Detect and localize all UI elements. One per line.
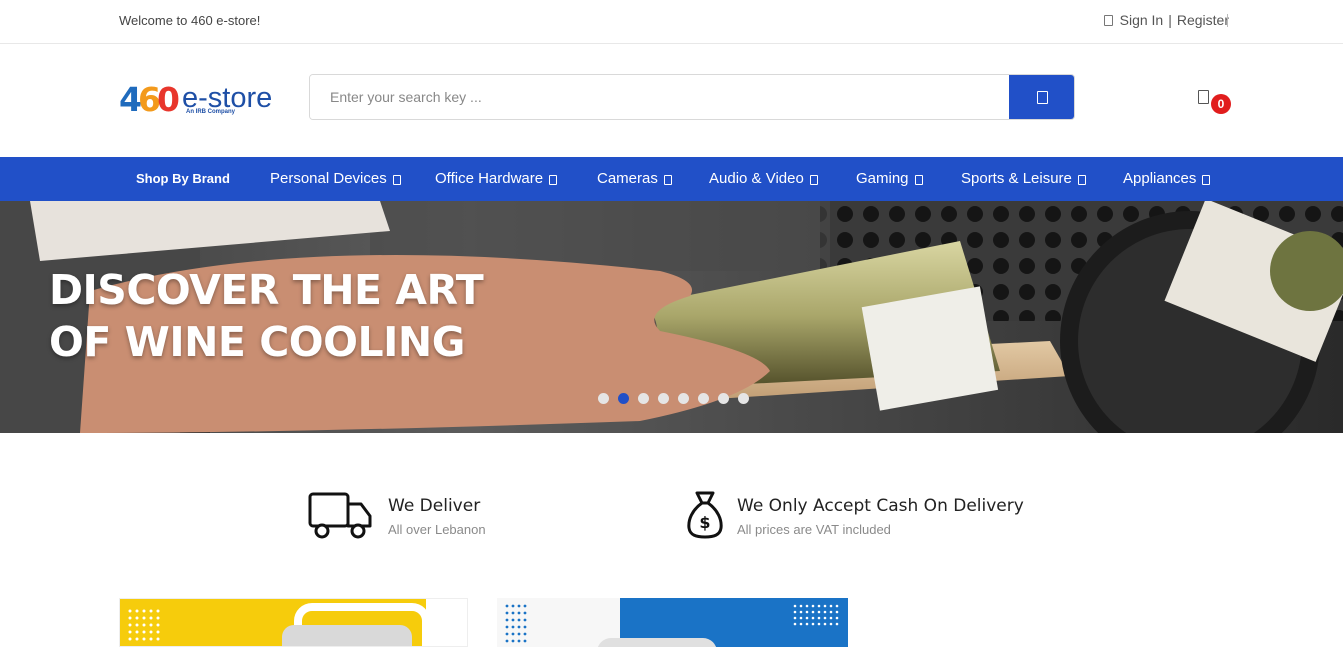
feature-delivery: We Deliver All over Lebanon — [388, 496, 486, 537]
search-icon — [1036, 90, 1048, 104]
cart-button[interactable]: 0 — [1197, 89, 1237, 119]
slide-dot-3[interactable] — [638, 393, 649, 404]
promo-banner-2[interactable] — [497, 598, 848, 647]
promo-banner-2-graphic — [497, 598, 848, 647]
chevron-down-icon — [663, 174, 672, 185]
sign-in-link[interactable]: Sign In — [1120, 12, 1164, 28]
slide-dot-4[interactable] — [658, 393, 669, 404]
slide-dot-8[interactable] — [738, 393, 749, 404]
shopping-bag-icon — [1198, 90, 1209, 104]
chevron-down-icon — [392, 174, 401, 185]
slide-dot-2[interactable] — [618, 393, 629, 404]
nav-office-hardware[interactable]: Office Hardware — [435, 157, 558, 201]
svg-text:$: $ — [699, 513, 710, 532]
feature-subtitle: All prices are VAT included — [737, 522, 891, 537]
account-links: Sign In | Register — [1103, 12, 1229, 28]
topbar-divider — [1227, 14, 1228, 27]
feature-title: We Only Accept Cash On Delivery — [737, 496, 1024, 516]
promo-banner-1-graphic — [120, 599, 430, 646]
chevron-down-icon — [1202, 174, 1211, 185]
chevron-down-icon — [809, 174, 818, 185]
nav-cameras[interactable]: Cameras — [597, 157, 672, 201]
slide-dot-6[interactable] — [698, 393, 709, 404]
logo-tagline: An IRB Company — [186, 109, 236, 115]
chevron-down-icon — [1077, 174, 1086, 185]
search-input[interactable] — [310, 75, 1010, 119]
feature-title: We Deliver — [388, 496, 481, 516]
account-separator: | — [1168, 12, 1172, 28]
promo-banner-1[interactable] — [119, 598, 468, 647]
top-bar: Welcome to 460 e-store! Sign In | Regist… — [0, 0, 1343, 44]
logo-digits: 460 — [119, 80, 180, 119]
user-icon — [1103, 14, 1113, 26]
nav-shop-by-brand[interactable]: Shop By Brand — [136, 157, 230, 201]
register-link[interactable]: Register — [1177, 12, 1229, 28]
nav-sports-leisure[interactable]: Sports & Leisure — [961, 157, 1086, 201]
chevron-down-icon — [549, 174, 558, 185]
nav-personal-devices[interactable]: Personal Devices — [270, 157, 401, 201]
welcome-text: Welcome to 460 e-store! — [119, 13, 261, 28]
chevron-down-icon — [914, 174, 923, 185]
search-bar — [309, 74, 1075, 120]
site-logo[interactable]: 460 e-store An IRB Company — [119, 81, 284, 121]
slider-pagination — [598, 393, 749, 404]
main-nav: Shop By Brand Personal Devices Office Ha… — [0, 157, 1343, 201]
feature-cash-on-delivery: We Only Accept Cash On Delivery All pric… — [737, 496, 1024, 537]
feature-subtitle: All over Lebanon — [388, 522, 486, 537]
nav-appliances[interactable]: Appliances — [1123, 157, 1211, 201]
cart-count-badge: 0 — [1211, 94, 1231, 114]
delivery-truck-icon — [308, 490, 374, 540]
page: Welcome to 460 e-store! Sign In | Regist… — [0, 0, 1343, 647]
slide-dot-1[interactable] — [598, 393, 609, 404]
slide-dot-5[interactable] — [678, 393, 689, 404]
hero-slider[interactable]: DISCOVER THE ART OF WINE COOLING — [0, 201, 1343, 433]
hero-title: DISCOVER THE ART OF WINE COOLING — [49, 266, 484, 366]
search-button[interactable] — [1009, 75, 1074, 119]
slide-dot-7[interactable] — [718, 393, 729, 404]
money-bag-icon: $ — [686, 490, 724, 540]
nav-gaming[interactable]: Gaming — [856, 157, 923, 201]
nav-audio-video[interactable]: Audio & Video — [709, 157, 818, 201]
